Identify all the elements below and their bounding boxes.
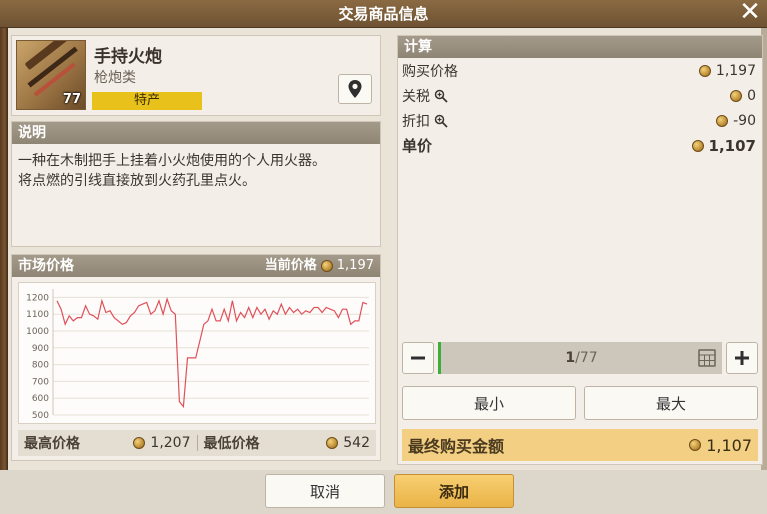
quantity-stepper: 1/77 [402, 342, 758, 374]
y-tick-label: 1000 [26, 327, 49, 337]
highest-price-label: 最高价格 [24, 436, 80, 452]
description-line-1: 一种在木制把手上挂着小火炮使用的个人用火器。 [18, 153, 326, 169]
cancel-button[interactable]: 取消 [265, 474, 385, 508]
close-button[interactable]: ✕ [737, 0, 763, 26]
min-button[interactable]: 最小 [402, 386, 576, 420]
highest-price-value: 1,207 [150, 435, 191, 451]
price-stats: 最高价格 1,207 最低价格 542 [18, 430, 376, 456]
final-total-label: 最终购买金额 [408, 437, 505, 456]
coin-icon [320, 260, 333, 272]
tax-label: 关税 [402, 88, 430, 105]
price-chart-svg: 1200 1100 1000 900 800 700 600 500 [26, 289, 369, 421]
add-button[interactable]: 添加 [394, 474, 514, 508]
description-text: 一种在木制把手上挂着小火炮使用的个人用火器。 将点燃的引线直接放到火药孔里点火。 [12, 144, 380, 198]
coin-icon [698, 64, 711, 77]
y-tick-label: 600 [32, 394, 49, 404]
quantity-max: /77 [575, 350, 598, 366]
item-name: 手持火炮 [94, 47, 162, 67]
lowest-price-label: 最低价格 [203, 436, 260, 452]
close-icon: ✕ [739, 0, 761, 27]
quantity-bar[interactable]: 1/77 [438, 342, 722, 374]
min-max-buttons: 最小 最大 [402, 386, 758, 420]
location-button[interactable] [338, 74, 372, 104]
tax-value: 0 [747, 87, 756, 104]
market-panel: 市场价格 当前价格 1,197 1200 1100 1000 900 800 700 600… [11, 254, 381, 461]
final-total-row: 最终购买金额 1,107 [402, 429, 758, 461]
calc-heading: 计算 [398, 36, 762, 58]
dialog-title: 交易商品信息 [338, 5, 429, 23]
price-chart: 1200 1100 1000 900 800 700 600 500 [18, 282, 376, 424]
item-thumbnail: 77 [16, 40, 86, 110]
discount-label: 折扣 [402, 113, 430, 130]
coin-icon [716, 114, 729, 127]
unit-price-label: 单价 [402, 137, 433, 155]
quantity-current: 1 [565, 350, 576, 366]
y-tick-label: 1100 [26, 310, 49, 320]
buy-price-label: 购买价格 [402, 63, 458, 80]
y-tick-label: 900 [32, 344, 49, 354]
magnifier-icon[interactable] [434, 114, 448, 128]
y-tick-label: 1200 [26, 293, 49, 303]
coin-icon [730, 89, 743, 102]
discount-row: 折扣 -90 [398, 108, 762, 133]
market-heading: 市场价格 [18, 258, 74, 274]
y-tick-label: 500 [32, 411, 49, 421]
plus-icon [735, 351, 749, 365]
buy-price-row: 购买价格 1,197 [398, 58, 762, 83]
lowest-price: 最低价格 542 [198, 433, 377, 453]
coin-icon [691, 139, 704, 152]
highest-price: 最高价格 1,207 [18, 433, 197, 453]
description-heading: 说明 [12, 122, 380, 144]
item-count: 77 [62, 92, 81, 107]
price-series-line [56, 297, 368, 409]
item-tag-badge: 特产 [92, 92, 202, 110]
item-panel: 77 手持火炮 枪炮类 特产 [11, 35, 381, 116]
final-total-value: 1,107 [706, 435, 752, 455]
max-button[interactable]: 最大 [584, 386, 758, 420]
current-price-value: 1,197 [336, 258, 374, 273]
minus-icon [411, 356, 425, 360]
map-pin-icon [348, 80, 362, 98]
increase-button[interactable] [726, 342, 758, 374]
lowest-price-value: 542 [343, 435, 370, 451]
current-price: 当前价格 1,197 [265, 255, 374, 277]
calculator-icon[interactable] [698, 349, 716, 367]
unit-price-value: 1,107 [708, 136, 756, 155]
magnifier-icon[interactable] [434, 89, 448, 103]
y-tick-label: 800 [32, 361, 49, 371]
description-line-2: 将点燃的引线直接放到火药孔里点火。 [18, 173, 256, 189]
title-bar: 交易商品信息 ✕ [0, 0, 767, 28]
coin-icon [326, 437, 339, 449]
discount-value: -90 [733, 112, 756, 129]
coin-icon [133, 437, 146, 449]
coin-icon [689, 439, 702, 451]
description-panel: 说明 一种在木制把手上挂着小火炮使用的个人用火器。 将点燃的引线直接放到火药孔里… [11, 121, 381, 247]
decrease-button[interactable] [402, 342, 434, 374]
current-price-label: 当前价格 [264, 258, 317, 273]
tax-row: 关税 0 [398, 83, 762, 108]
buy-price-value: 1,197 [715, 62, 756, 79]
unit-price-row: 单价 1,107 [398, 133, 762, 158]
left-decoration [0, 28, 8, 514]
market-header: 市场价格 当前价格 1,197 [12, 255, 380, 277]
item-category: 枪炮类 [94, 70, 136, 86]
y-tick-label: 700 [32, 377, 49, 387]
calculation-panel: 计算 购买价格 1,197 关税 0 折扣 -90 单价 1,107 1/77 [397, 35, 763, 465]
